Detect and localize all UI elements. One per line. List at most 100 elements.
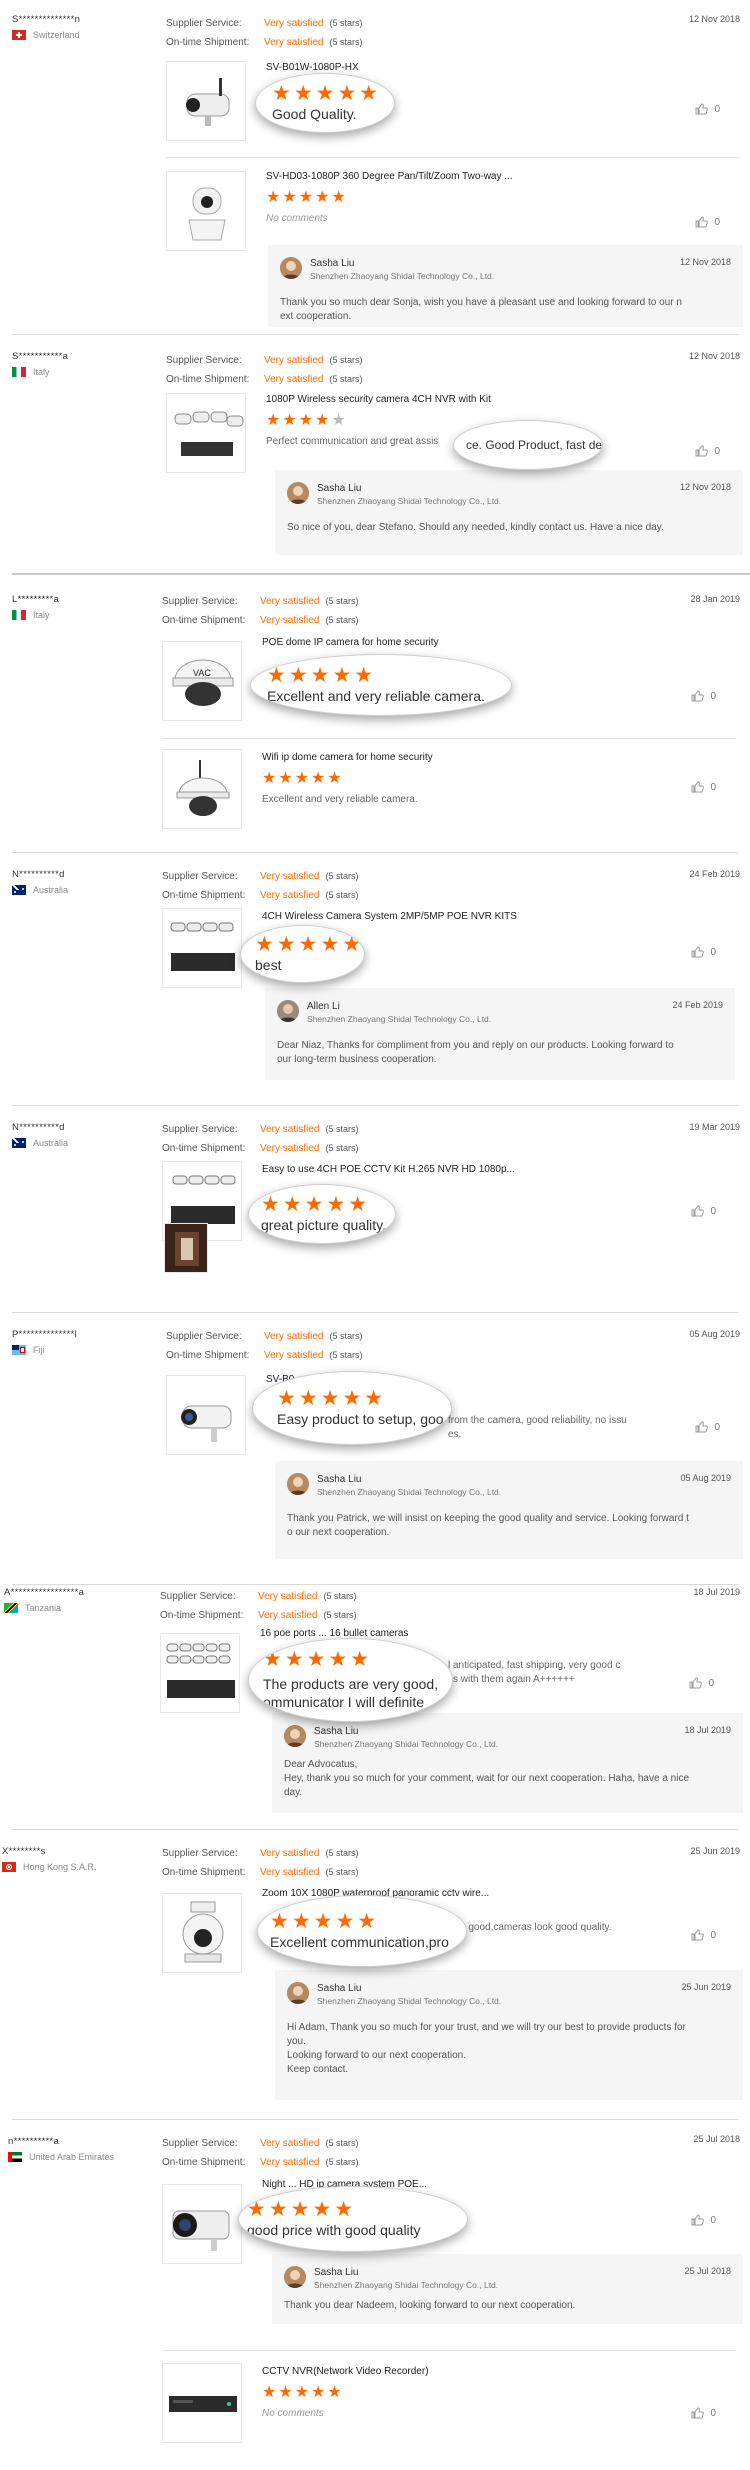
product-title[interactable]: SV-HD03-1080P 360 Degree Pan/Tilt/Zoom T… — [266, 170, 680, 184]
product-title[interactable]: 4CH Wireless Camera System 2MP/5MP POE N… — [262, 910, 676, 924]
like-button[interactable]: 0 — [691, 1205, 716, 1217]
section-divider — [12, 573, 750, 575]
product-title[interactable]: Wifi ip dome camera for home security — [262, 751, 676, 765]
like-button[interactable]: 0 — [689, 1677, 714, 1689]
like-count: 0 — [708, 1677, 714, 1689]
product-photo-attachment[interactable] — [164, 1223, 208, 1273]
stars-count: (5 stars) — [329, 355, 363, 365]
callout-text: Good Quality. — [272, 106, 357, 122]
stars-count: (5 stars) — [329, 18, 363, 28]
like-button[interactable]: 0 — [695, 103, 720, 115]
like-button[interactable]: 0 — [695, 445, 720, 457]
callout-text: The products are very good, ommunicator … — [263, 1676, 439, 1710]
buyer-name: P**************l — [12, 1329, 78, 1340]
like-count: 0 — [710, 1929, 716, 1941]
rating-summary: Supplier Service: Very satisfied (5 stars)… — [166, 1327, 363, 1365]
review-card: S***********a Italy Supplier Service: Ver… — [0, 335, 750, 575]
callout-text: ce. Good Product, fast delivery. — [466, 438, 603, 452]
like-button[interactable]: 0 — [691, 1929, 716, 1941]
callout-text: best — [255, 957, 282, 973]
product-feedback: SV-B01W-1080P-HX 0 — [166, 55, 740, 155]
thumbs-up-icon — [695, 216, 709, 228]
buyer-info: P**************l Fiji — [12, 1329, 162, 1355]
ontime-shipment-rating: Very satisfied — [264, 374, 324, 385]
thumbs-up-icon — [691, 781, 705, 793]
supplier-service-rating: Very satisfied — [264, 1331, 324, 1342]
reply-date: 12 Nov 2018 — [679, 257, 731, 267]
callout-stars: ★★★★★ — [255, 933, 365, 956]
callout-text: Excellent communication,pro — [270, 1934, 449, 1950]
product-thumbnail[interactable] — [162, 1893, 242, 1973]
supplier-reply: Sasha Liu Shenzhen Zhaoyang Shidai Techn… — [275, 1970, 743, 2100]
like-button[interactable]: 0 — [695, 1421, 720, 1433]
callout-stars: ★★★★★ — [270, 1910, 380, 1933]
buyer-country: Tanzania — [4, 1603, 154, 1613]
ontime-shipment-rating: Very satisfied — [258, 1610, 318, 1621]
buyer-country: Hong Kong S.A.R. — [2, 1862, 152, 1872]
product-thumbnail[interactable] — [160, 1633, 240, 1713]
product-title[interactable]: 1080P Wireless security camera 4CH NVR w… — [266, 393, 680, 407]
tanzania-flag-icon — [4, 1603, 18, 1613]
reply-date: 05 Aug 2019 — [680, 1473, 731, 1483]
like-button[interactable]: 0 — [691, 781, 716, 793]
product-comment: No comments — [262, 2408, 324, 2419]
product-thumbnail[interactable] — [162, 908, 242, 988]
product-stars: ★★★★★ — [262, 770, 344, 787]
product-stars: ★★★★★ — [262, 2384, 344, 2401]
reply-author: Sasha Liu — [317, 1983, 362, 1994]
like-button[interactable]: 0 — [691, 2214, 716, 2226]
product-thumbnail[interactable] — [162, 749, 242, 829]
review-card: L*********a Italy Supplier Service: Very … — [0, 578, 750, 853]
highlight-callout: ce. Good Product, fast delivery. — [453, 420, 603, 470]
product-feedback: SV-HD03-1080P 360 Degree Pan/Tilt/Zoom T… — [166, 157, 740, 251]
ontime-shipment-label: On-time Shipment: — [162, 1867, 246, 1878]
product-thumbnail[interactable] — [166, 393, 246, 473]
reply-text: Thank you Patrick, we will insist on kee… — [287, 1513, 689, 1538]
like-button[interactable]: 0 — [695, 216, 720, 228]
rating-summary: Supplier Service: Very satisfied (5 stars)… — [162, 1120, 359, 1158]
product-title[interactable]: Easy to use 4CH POE CCTV Kit H.265 NVR H… — [262, 1163, 676, 1177]
reply-author: Sasha Liu — [317, 483, 362, 494]
product-title[interactable]: CCTV NVR(Network Video Recorder) — [262, 2365, 676, 2379]
uae-flag-icon — [8, 2152, 22, 2162]
rating-summary: Supplier Service: Very satisfied (5 stars)… — [162, 592, 359, 630]
ontime-shipment-rating: Very satisfied — [264, 1350, 324, 1361]
like-button[interactable]: 0 — [691, 2407, 716, 2419]
reply-author: Sasha Liu — [314, 1726, 359, 1737]
rating-summary: Supplier Service: Very satisfied (5 stars)… — [162, 2134, 359, 2172]
product-thumbnail[interactable] — [162, 2363, 242, 2443]
reply-text: Dear Niaz, Thanks for compliment from yo… — [277, 1040, 674, 1065]
product-thumbnail[interactable] — [162, 2184, 242, 2264]
country-name: Fiji — [33, 1345, 45, 1355]
stars-count: (5 stars) — [325, 1124, 359, 1134]
avatar — [280, 257, 302, 279]
like-count: 0 — [710, 2407, 716, 2419]
italy-flag-icon — [12, 367, 26, 377]
ontime-shipment-label: On-time Shipment: — [162, 2157, 246, 2168]
product-title[interactable]: POE dome IP camera for home security — [262, 636, 676, 650]
supplier-service-label: Supplier Service: — [162, 1124, 238, 1135]
stars-count: (5 stars) — [325, 2138, 359, 2148]
review-date: 12 Nov 2018 — [688, 351, 740, 361]
ontime-shipment-rating: Very satisfied — [260, 615, 320, 626]
supplier-service-label: Supplier Service: — [166, 18, 242, 29]
product-thumbnail[interactable] — [166, 61, 246, 141]
product-thumbnail[interactable] — [166, 171, 246, 251]
country-name: Italy — [33, 367, 50, 377]
callout-stars: ★★★★★ — [247, 2198, 357, 2221]
highlight-callout: ★★★★★ The products are very good, ommuni… — [248, 1638, 453, 1722]
stars-count: (5 stars) — [325, 1143, 359, 1153]
like-button[interactable]: 0 — [691, 690, 716, 702]
callout-stars: ★★★★★ — [272, 82, 382, 105]
buyer-info: A*****************a Tanzania — [4, 1587, 154, 1613]
product-thumbnail[interactable] — [166, 1375, 246, 1455]
australia-flag-icon — [12, 1138, 26, 1148]
like-count: 0 — [714, 1421, 720, 1433]
supplier-service-rating: Very satisfied — [264, 18, 324, 29]
rating-summary: Supplier Service: Very satisfied (5 stars)… — [166, 14, 363, 52]
like-button[interactable]: 0 — [691, 946, 716, 958]
callout-text: good price with good quality — [247, 2222, 421, 2238]
stars-count: (5 stars) — [325, 871, 359, 881]
product-thumbnail[interactable]: VAC — [162, 641, 242, 721]
like-count: 0 — [714, 216, 720, 228]
